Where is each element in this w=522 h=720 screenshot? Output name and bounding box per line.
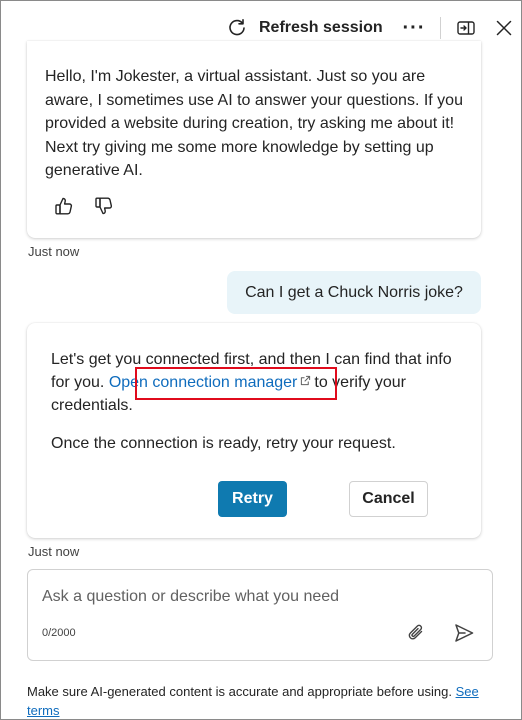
paperclip-icon: [408, 624, 423, 640]
disclaimer-text: Make sure AI-generated content is accura…: [27, 684, 452, 699]
bot-greeting-card: Hello, I'm Jokester, a virtual assistant…: [27, 41, 481, 238]
user-message-text: Can I get a Chuck Norris joke?: [245, 283, 463, 301]
open-connection-manager-link[interactable]: Open connection manager: [109, 374, 298, 391]
retry-button[interactable]: Retry: [218, 481, 287, 517]
message-composer[interactable]: Ask a question or describe what you need…: [27, 569, 493, 661]
popout-icon: [457, 21, 475, 35]
send-button[interactable]: [452, 621, 476, 645]
refresh-session-button[interactable]: Refresh session: [227, 13, 383, 43]
external-link-icon: [301, 375, 311, 386]
thumbs-down-icon: [95, 197, 113, 215]
user-message-bubble: Can I get a Chuck Norris joke?: [227, 271, 481, 314]
thumbs-up-icon: [55, 197, 73, 215]
more-options-button[interactable]: ···: [399, 13, 429, 43]
send-icon: [455, 624, 474, 642]
popout-button[interactable]: [451, 13, 481, 43]
connection-message: Let's get you connected first, and then …: [51, 348, 463, 417]
connection-timestamp: Just now: [28, 544, 80, 559]
ai-disclaimer: Make sure AI-generated content is accura…: [27, 682, 497, 720]
greeting-timestamp: Just now: [28, 244, 80, 259]
close-icon: [496, 20, 512, 36]
feedback-buttons: [53, 195, 115, 217]
close-button[interactable]: [489, 13, 519, 43]
attach-button[interactable]: [406, 622, 428, 644]
connection-card: Let's get you connected first, and then …: [27, 323, 481, 538]
refresh-icon: [229, 19, 245, 36]
more-icon: ···: [402, 16, 426, 39]
cancel-button[interactable]: Cancel: [349, 481, 428, 517]
bot-greeting-text: Hello, I'm Jokester, a virtual assistant…: [45, 68, 463, 179]
retry-hint-text: Once the connection is ready, retry your…: [51, 435, 396, 452]
character-count: 0/2000: [42, 627, 76, 639]
refresh-session-label: Refresh session: [259, 19, 383, 36]
thumbs-up-button[interactable]: [53, 195, 75, 217]
message-input-placeholder[interactable]: Ask a question or describe what you need: [42, 588, 339, 606]
chat-panel: Refresh session ··· Hello, I'm Jokester,…: [0, 0, 522, 720]
header-divider: [440, 17, 441, 39]
thumbs-down-button[interactable]: [93, 195, 115, 217]
